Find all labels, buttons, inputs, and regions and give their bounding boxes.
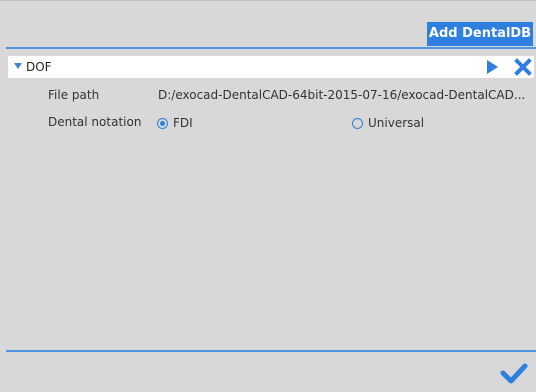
- radio-checked-icon[interactable]: [157, 117, 168, 129]
- checkmark-icon[interactable]: [500, 362, 528, 384]
- notation-option-label: FDI: [173, 116, 193, 130]
- radio-unchecked-icon[interactable]: [352, 117, 363, 129]
- top-divider: [0, 0, 536, 1]
- add-dentaldb-button[interactable]: Add DentalDB: [427, 22, 533, 46]
- play-icon[interactable]: [487, 60, 498, 74]
- dental-notation-label: Dental notation: [48, 115, 142, 129]
- database-name: DOF: [26, 60, 52, 74]
- file-path-value: D:/exocad-DentalCAD-64bit-2015-07-16/exo…: [158, 88, 526, 102]
- notation-radio-universal[interactable]: Universal: [352, 116, 424, 130]
- database-header-row[interactable]: DOF: [8, 56, 534, 78]
- caret-down-icon[interactable]: [14, 63, 22, 69]
- notation-option-label: Universal: [368, 116, 425, 130]
- notation-radio-fdi[interactable]: FDI: [157, 116, 193, 130]
- dental-db-panel: Add DentalDB DOF File path D:/exocad-Den…: [0, 0, 536, 392]
- file-path-label: File path: [48, 88, 100, 102]
- footer-divider: [6, 350, 536, 352]
- close-icon[interactable]: [514, 58, 532, 76]
- header-divider: [6, 47, 536, 49]
